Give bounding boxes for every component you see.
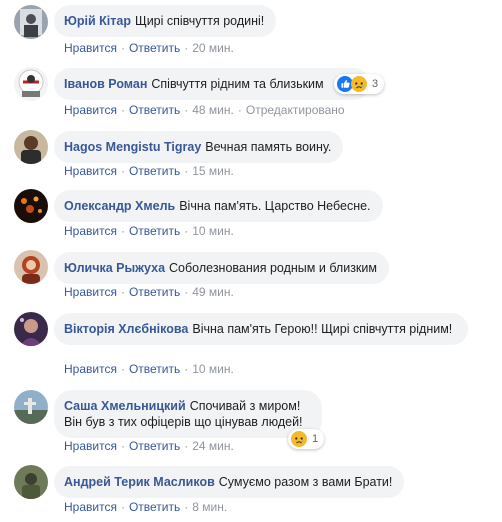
comment-bubble: Юрій Кітар Щирі співчуття родині!	[54, 5, 277, 37]
comment-bubble: Олександр Хмель Вічна пам'ять. Царство Не…	[54, 190, 383, 222]
comment-author[interactable]: Іванов Роман	[64, 77, 147, 91]
like-button[interactable]: Нравится	[64, 224, 117, 238]
like-button[interactable]: Нравится	[64, 439, 117, 453]
avatar[interactable]	[14, 312, 48, 346]
comment-timestamp[interactable]: 8 мин.	[192, 500, 227, 514]
comment-timestamp[interactable]: 10 мин.	[192, 362, 234, 376]
comment-text: Вічна пам'ять. Царство Небесне.	[179, 199, 371, 213]
avatar[interactable]	[14, 130, 48, 164]
reaction-summary[interactable]: 3	[334, 74, 385, 94]
comment-bubble: Андрей Терик Масликов Сумуємо разом з вам…	[54, 466, 405, 498]
avatar[interactable]	[14, 390, 48, 424]
comment-author[interactable]: Вікторія Хлєбнікова	[64, 322, 188, 336]
comment-timestamp[interactable]: 49 мин.	[192, 285, 234, 299]
reply-button[interactable]: Ответить	[129, 224, 180, 238]
avatar[interactable]	[14, 5, 48, 39]
comment-bubble: Юличка Рыжуха Соболезнования родным и бли…	[54, 252, 389, 284]
comment-actions: Нравится · Ответить · 10 мин.	[64, 224, 234, 238]
comment-text: Сумуємо разом з вами Брати!	[218, 475, 393, 489]
avatar[interactable]	[14, 67, 48, 101]
like-button[interactable]: Нравится	[64, 362, 117, 376]
comment-bubble: Hagos Mengistu Tigray Вечная память воину…	[54, 131, 344, 163]
comment-bubble: Вікторія Хлєбнікова Вічна пам'ять Герою!!…	[54, 313, 468, 345]
reply-button[interactable]: Ответить	[129, 500, 180, 514]
reply-button[interactable]: Ответить	[129, 164, 180, 178]
reaction-count: 3	[372, 78, 379, 90]
comment-bubble: Саша Хмельницкий Спочивай з миром! Він бу…	[54, 390, 322, 438]
comment-actions: Нравится · Ответить · 49 мин.	[64, 285, 234, 299]
comment-text: Вічна пам'ять Герою!! Щирі співчуття рід…	[192, 322, 453, 336]
edited-label[interactable]: Отредактировано	[246, 103, 345, 117]
like-button[interactable]: Нравится	[64, 103, 117, 117]
comment-bubble: Іванов Роман Співчуття рідним та близьким	[54, 68, 370, 100]
comment-actions: Нравится · Ответить · 10 мин.	[64, 362, 234, 376]
comment-text: Соболезнования родным и близким	[169, 261, 377, 275]
like-button[interactable]: Нравится	[64, 164, 117, 178]
reply-button[interactable]: Ответить	[129, 285, 180, 299]
comment-timestamp[interactable]: 48 мин.	[192, 103, 234, 117]
avatar[interactable]	[14, 189, 48, 223]
comment-actions: Нравится · Ответить · 8 мин.	[64, 500, 228, 514]
comment-author[interactable]: Hagos Mengistu Tigray	[64, 140, 201, 154]
comment-timestamp[interactable]: 24 мин.	[192, 439, 234, 453]
avatar[interactable]	[14, 465, 48, 499]
comment-author[interactable]: Олександр Хмель	[64, 199, 175, 213]
reply-button[interactable]: Ответить	[129, 41, 180, 55]
reply-button[interactable]: Ответить	[129, 103, 180, 117]
like-button[interactable]: Нравится	[64, 41, 117, 55]
like-button[interactable]: Нравится	[64, 500, 117, 514]
comment-text: Вечная память воину.	[205, 140, 332, 154]
comment-text: Щирі співчуття родині!	[134, 14, 265, 28]
comment-timestamp[interactable]: 15 мин.	[192, 164, 234, 178]
comment-author[interactable]: Юличка Рыжуха	[64, 261, 165, 275]
avatar[interactable]	[14, 250, 48, 284]
comment-author[interactable]: Саша Хмельницкий	[64, 399, 186, 413]
comment-timestamp[interactable]: 20 мин.	[192, 41, 234, 55]
reply-button[interactable]: Ответить	[129, 439, 180, 453]
comment-actions: Нравится · Ответить · 24 мин.	[64, 439, 234, 453]
comment-timestamp[interactable]: 10 мин.	[192, 224, 234, 238]
comment-text: Співчуття рідним та близьким	[151, 77, 324, 91]
comment-author[interactable]: Юрій Кітар	[64, 14, 131, 28]
reaction-summary[interactable]: 1	[288, 429, 325, 449]
sad-icon	[291, 431, 307, 447]
comment-author[interactable]: Андрей Терик Масликов	[64, 475, 215, 489]
reply-button[interactable]: Ответить	[129, 362, 180, 376]
reaction-count: 1	[312, 433, 319, 445]
comment-actions: Нравится · Ответить · 15 мин.	[64, 164, 234, 178]
comment-actions: Нравится · Ответить · 48 мин. · Отредактирован…	[64, 103, 345, 117]
comment-actions: Нравится · Ответить · 20 мин.	[64, 41, 234, 55]
sad-icon	[351, 76, 367, 92]
like-button[interactable]: Нравится	[64, 285, 117, 299]
